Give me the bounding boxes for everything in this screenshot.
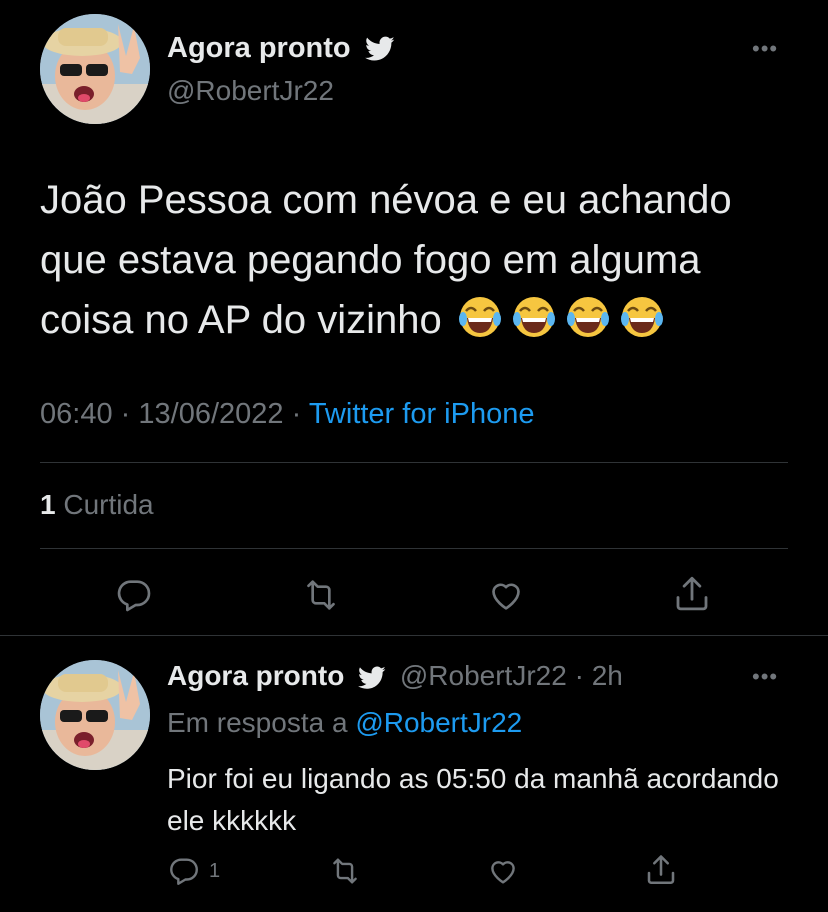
divider bbox=[40, 548, 788, 549]
divider bbox=[40, 462, 788, 463]
tweet-time[interactable]: 06:40 bbox=[40, 398, 113, 430]
retweet-icon bbox=[307, 580, 335, 610]
avatar[interactable] bbox=[40, 660, 150, 770]
reply-context: Em resposta a @RobertJr22 bbox=[167, 707, 522, 739]
tweet-date[interactable]: 13/06/2022 bbox=[138, 398, 283, 430]
laughing-emoji-icon bbox=[566, 297, 609, 337]
user-handle[interactable]: @RobertJr22 bbox=[400, 660, 567, 691]
like-button[interactable] bbox=[485, 854, 521, 888]
emoji-group bbox=[458, 295, 664, 339]
like-icon bbox=[491, 861, 515, 884]
reply-to-handle-link[interactable]: @RobertJr22 bbox=[355, 707, 522, 738]
share-icon bbox=[676, 576, 708, 611]
share-button[interactable] bbox=[643, 852, 679, 888]
reply-count: 1 bbox=[209, 859, 221, 882]
likes-count[interactable]: 1 Curtida bbox=[40, 489, 154, 521]
reply-header: Agora pronto @RobertJr22 · 2h bbox=[167, 660, 623, 692]
like-count-value: 1 bbox=[40, 489, 56, 520]
like-button[interactable] bbox=[485, 575, 527, 615]
more-icon[interactable]: ••• bbox=[752, 666, 778, 688]
reply-time[interactable]: 2h bbox=[592, 660, 623, 691]
laughing-emoji-icon bbox=[620, 297, 663, 337]
more-icon[interactable]: ••• bbox=[752, 38, 778, 60]
reply-prefix: Em resposta a bbox=[167, 707, 348, 738]
share-icon bbox=[647, 855, 675, 885]
twitter-bird-icon bbox=[358, 666, 386, 689]
share-button[interactable] bbox=[671, 573, 713, 615]
like-icon bbox=[492, 583, 520, 610]
reply-icon bbox=[117, 580, 151, 612]
avatar[interactable] bbox=[40, 14, 150, 124]
tweet-separator bbox=[0, 635, 828, 636]
tweet-text: João Pessoa com névoa e eu achando que e… bbox=[40, 170, 800, 350]
reply-button[interactable] bbox=[114, 575, 154, 615]
tweet-meta: 06:40 · 13/06/2022 · Twitter for iPhone bbox=[40, 398, 534, 431]
reply-button[interactable]: 1 bbox=[167, 854, 220, 888]
reply-icon bbox=[170, 858, 198, 885]
meta-separator: · bbox=[120, 398, 131, 430]
twitter-bird-icon bbox=[364, 36, 395, 61]
meta-separator: · bbox=[574, 660, 584, 691]
display-name-text: Agora pronto bbox=[167, 32, 351, 64]
user-handle[interactable]: @RobertJr22 bbox=[167, 75, 334, 107]
laughing-emoji-icon bbox=[458, 297, 501, 337]
display-name[interactable]: Agora pronto bbox=[167, 660, 344, 691]
tweet-source-link[interactable]: Twitter for iPhone bbox=[309, 398, 535, 430]
reply-text: Pior foi eu ligando as 05:50 da manhã ac… bbox=[167, 763, 779, 836]
meta-separator: · bbox=[291, 398, 302, 430]
display-name[interactable]: Agora pronto bbox=[167, 32, 395, 65]
retweet-button[interactable] bbox=[327, 854, 363, 888]
like-count-label: Curtida bbox=[63, 489, 154, 520]
retweet-icon bbox=[333, 858, 357, 884]
retweet-button[interactable] bbox=[300, 575, 342, 615]
laughing-emoji-icon bbox=[512, 297, 555, 337]
